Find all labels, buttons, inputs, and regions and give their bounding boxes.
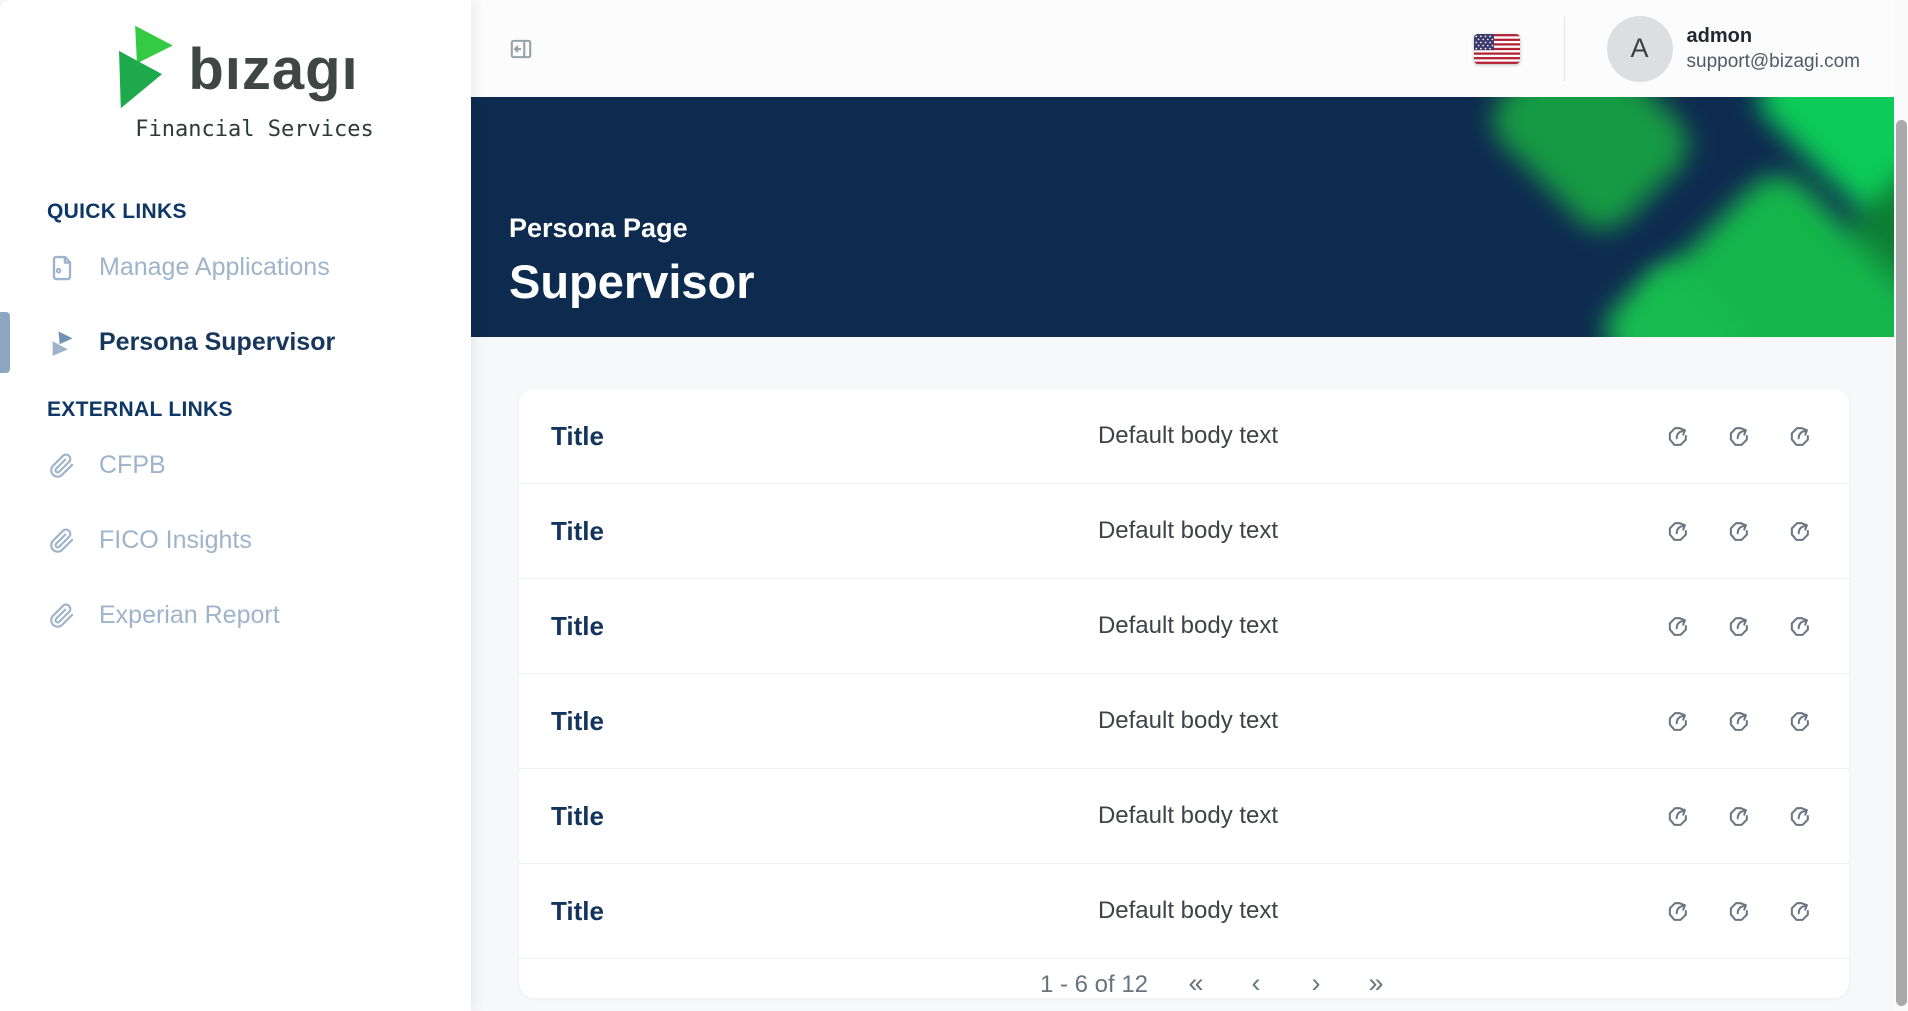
- brand-wordmark: bızagı: [188, 41, 358, 99]
- share-icon[interactable]: [1725, 803, 1752, 830]
- row-actions: [1664, 803, 1825, 830]
- list-row[interactable]: Title Default body text: [519, 579, 1849, 674]
- row-body: Default body text: [1098, 707, 1278, 735]
- paperclip-icon: [47, 451, 77, 481]
- paginator: 1 - 6 of 12 « ‹ › »: [579, 959, 1849, 998]
- scrollbar-track[interactable]: [1894, 0, 1908, 1011]
- share-icon[interactable]: [1786, 708, 1813, 735]
- sidebar-item-label: Manage Applications: [99, 253, 330, 282]
- row-title: Title: [551, 896, 976, 927]
- share-icon[interactable]: [1786, 423, 1813, 450]
- list-row[interactable]: Title Default body text: [519, 864, 1849, 959]
- nav-section-quick-links: QUICK LINKS: [0, 200, 471, 224]
- sidebar-item-manage-applications[interactable]: Manage Applications: [0, 230, 471, 305]
- list-row[interactable]: Title Default body text: [519, 484, 1849, 579]
- app-window: bızagı Financial Services QUICK LINKS Ma…: [0, 0, 1908, 1011]
- scrollbar-thumb[interactable]: [1896, 120, 1907, 1006]
- row-body: Default body text: [1098, 612, 1278, 640]
- sidebar-item-experian-report[interactable]: Experian Report: [0, 578, 471, 653]
- sidebar-item-label: Experian Report: [99, 601, 280, 630]
- share-icon[interactable]: [1664, 423, 1691, 450]
- sidebar-item-cfpb[interactable]: CFPB: [0, 428, 471, 503]
- row-title: Title: [551, 706, 976, 737]
- hero-eyebrow: Persona Page: [509, 213, 1908, 244]
- paperclip-icon: [47, 601, 77, 631]
- share-icon[interactable]: [1725, 613, 1752, 640]
- topbar-divider: [1564, 17, 1565, 81]
- share-icon[interactable]: [1664, 708, 1691, 735]
- row-title: Title: [551, 801, 976, 832]
- row-actions: [1664, 708, 1825, 735]
- share-icon[interactable]: [1725, 423, 1752, 450]
- share-icon[interactable]: [1786, 613, 1813, 640]
- next-page-icon[interactable]: ›: [1304, 971, 1328, 995]
- main-area: A admon support@bizagi.com Persona Page …: [471, 0, 1908, 1011]
- collapse-sidebar-icon[interactable]: [507, 35, 535, 63]
- row-actions: [1664, 423, 1825, 450]
- share-icon[interactable]: [1786, 898, 1813, 925]
- language-selector[interactable]: [1474, 34, 1520, 64]
- us-flag-icon: [1474, 34, 1520, 64]
- list-row[interactable]: Title Default body text: [519, 389, 1849, 484]
- paginator-range-label: 1 - 6 of 12: [1040, 971, 1148, 998]
- row-actions: [1664, 613, 1825, 640]
- hero-banner: Persona Page Supervisor: [471, 97, 1908, 337]
- row-title: Title: [551, 421, 976, 452]
- brand-subtitle: Financial Services: [135, 117, 373, 142]
- previous-page-icon[interactable]: ‹: [1244, 971, 1268, 995]
- share-icon[interactable]: [1664, 518, 1691, 545]
- persona-list-card: Title Default body text: [519, 389, 1849, 998]
- row-actions: [1664, 518, 1825, 545]
- manage-applications-icon: [47, 253, 77, 283]
- list-row[interactable]: Title Default body text: [519, 674, 1849, 769]
- sidebar-item-label: CFPB: [99, 451, 166, 480]
- sidebar-item-label: Persona Supervisor: [99, 328, 335, 357]
- share-icon[interactable]: [1664, 898, 1691, 925]
- share-icon[interactable]: [1725, 898, 1752, 925]
- content-area: Title Default body text: [471, 337, 1908, 1011]
- last-page-icon[interactable]: »: [1364, 971, 1388, 995]
- brand-logo: bızagı Financial Services: [0, 0, 471, 142]
- row-body: Default body text: [1098, 802, 1278, 830]
- sidebar-nav: QUICK LINKS Manage Applications: [0, 200, 471, 653]
- sidebar: bızagı Financial Services QUICK LINKS Ma…: [0, 0, 471, 1011]
- row-actions: [1664, 898, 1825, 925]
- row-title: Title: [551, 611, 976, 642]
- share-icon[interactable]: [1664, 613, 1691, 640]
- first-page-icon[interactable]: «: [1184, 971, 1208, 995]
- sidebar-item-label: FICO Insights: [99, 526, 252, 555]
- row-body: Default body text: [1098, 897, 1278, 925]
- share-icon[interactable]: [1786, 803, 1813, 830]
- sidebar-item-persona-supervisor[interactable]: Persona Supervisor: [0, 305, 471, 380]
- topbar: A admon support@bizagi.com: [471, 0, 1908, 97]
- user-email: support@bizagi.com: [1687, 51, 1860, 73]
- paperclip-icon: [47, 526, 77, 556]
- persona-icon: [47, 328, 77, 358]
- page-title: Supervisor: [509, 254, 1908, 309]
- share-icon[interactable]: [1664, 803, 1691, 830]
- list-row[interactable]: Title Default body text: [519, 769, 1849, 864]
- share-icon[interactable]: [1725, 518, 1752, 545]
- row-body: Default body text: [1098, 422, 1278, 450]
- row-body: Default body text: [1098, 517, 1278, 545]
- user-name: admon: [1687, 25, 1860, 48]
- avatar: A: [1607, 16, 1673, 82]
- sidebar-item-fico-insights[interactable]: FICO Insights: [0, 503, 471, 578]
- bizagi-arrow-logo-icon: [112, 24, 178, 115]
- user-menu[interactable]: A admon support@bizagi.com: [1607, 16, 1860, 82]
- active-item-indicator: [0, 312, 10, 373]
- share-icon[interactable]: [1786, 518, 1813, 545]
- share-icon[interactable]: [1725, 708, 1752, 735]
- row-title: Title: [551, 516, 976, 547]
- nav-section-external-links: EXTERNAL LINKS: [0, 398, 471, 422]
